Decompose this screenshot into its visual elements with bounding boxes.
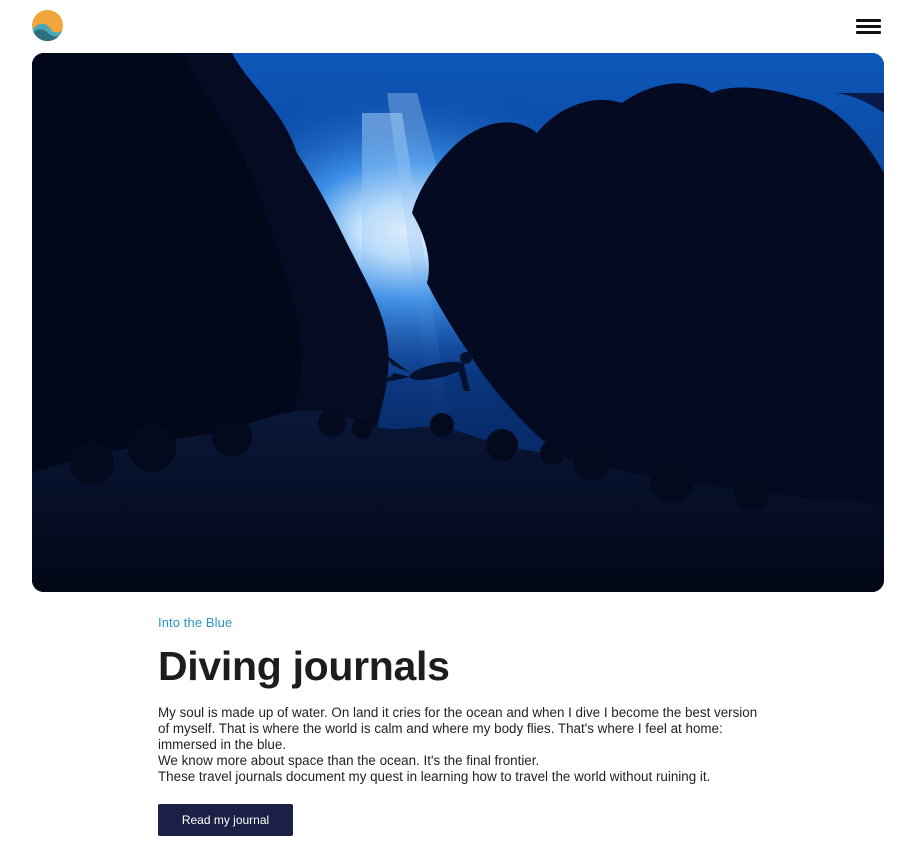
menu-bar — [856, 25, 881, 28]
hero-image — [32, 53, 884, 592]
intro-paragraph: My soul is made up of water. On land it … — [158, 705, 758, 752]
menu-bar — [856, 31, 881, 34]
intro-paragraph: We know more about space than the ocean.… — [158, 753, 540, 768]
site-header — [0, 0, 911, 53]
intro-paragraphs: My soul is made up of water. On land it … — [158, 705, 758, 785]
eyebrow-label: Into the Blue — [158, 615, 233, 630]
read-journal-button[interactable]: Read my journal — [158, 804, 293, 836]
underwater-diver-image — [32, 53, 884, 592]
wave-logo-icon[interactable] — [32, 10, 63, 41]
intro-paragraph: These travel journals document my quest … — [158, 769, 711, 784]
menu-bar — [856, 19, 881, 22]
hamburger-menu-icon[interactable] — [856, 18, 881, 36]
intro-section: Into the Blue Diving journals My soul is… — [158, 614, 758, 836]
page-title: Diving journals — [158, 643, 450, 689]
